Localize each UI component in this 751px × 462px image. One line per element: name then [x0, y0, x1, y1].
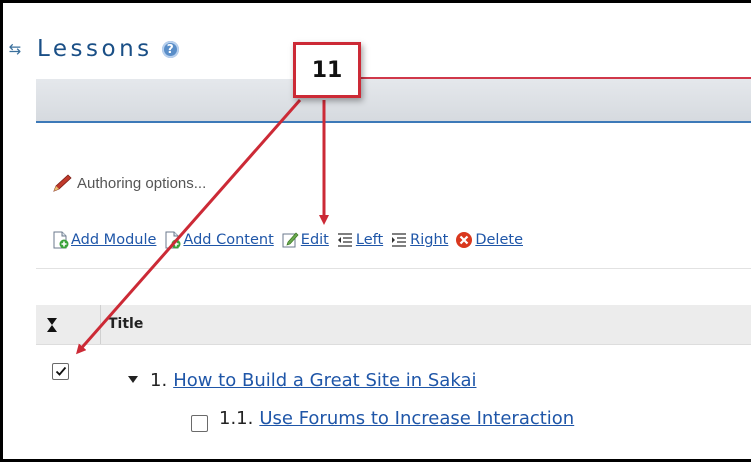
outdent-left-button[interactable]: Left: [336, 231, 383, 249]
title-column-header: Title: [108, 316, 144, 332]
table-row: 1.1. Use Forums to Increase Interaction: [219, 408, 574, 429]
add-content-label: Add Content: [183, 232, 274, 248]
row-checkbox-2[interactable]: [191, 415, 208, 432]
indent-right-button[interactable]: Right: [390, 231, 448, 249]
lessons-toolbar: Add Module Add Content Edit Left Right D…: [51, 231, 530, 249]
add-module-label: Add Module: [71, 232, 157, 248]
add-module-icon: [53, 231, 69, 249]
pencil-icon: [53, 174, 72, 192]
help-icon[interactable]: ?: [161, 40, 179, 58]
tool-menu-bar: [36, 79, 751, 123]
expand-triangle-icon[interactable]: [128, 376, 138, 383]
table-row: 1. How to Build a Great Site in Sakai: [128, 370, 476, 391]
delete-icon: [456, 232, 473, 248]
row-number: 1.1.: [219, 408, 254, 429]
table-header-row: Title: [36, 305, 751, 345]
outdent-left-label: Left: [355, 232, 384, 248]
check-icon: [55, 366, 66, 376]
indent-icon: [392, 233, 407, 247]
delete-button[interactable]: Delete: [455, 231, 523, 249]
add-content-button[interactable]: Add Content: [163, 231, 274, 249]
hourglass-sort-icon[interactable]: [46, 317, 58, 333]
edit-label: Edit: [300, 232, 329, 248]
reset-icon[interactable]: ⇆: [7, 38, 23, 60]
delete-label: Delete: [475, 232, 523, 248]
row-number: 1.: [150, 370, 168, 391]
edit-button[interactable]: Edit: [281, 231, 329, 249]
outdent-icon: [337, 233, 352, 247]
indent-right-label: Right: [410, 232, 449, 248]
module-title-link[interactable]: How to Build a Great Site in Sakai: [173, 370, 476, 391]
column-separator: [100, 305, 101, 344]
add-content-icon: [165, 231, 181, 249]
callout-step-number: 11: [293, 42, 361, 98]
lessons-panel: ⇆ Lessons ? Authoring options... Add Mod…: [0, 0, 751, 462]
authoring-options-link[interactable]: Authoring options...: [51, 173, 206, 193]
tool-title: Lessons: [37, 36, 153, 62]
authoring-options-label: Authoring options...: [77, 174, 207, 192]
tool-header: ⇆ Lessons ?: [7, 31, 179, 67]
add-module-button[interactable]: Add Module: [51, 231, 156, 249]
edit-icon: [282, 232, 299, 248]
row-checkbox-1[interactable]: [52, 363, 69, 380]
content-title-link[interactable]: Use Forums to Increase Interaction: [259, 408, 574, 429]
lessons-table: Title: [36, 268, 751, 459]
